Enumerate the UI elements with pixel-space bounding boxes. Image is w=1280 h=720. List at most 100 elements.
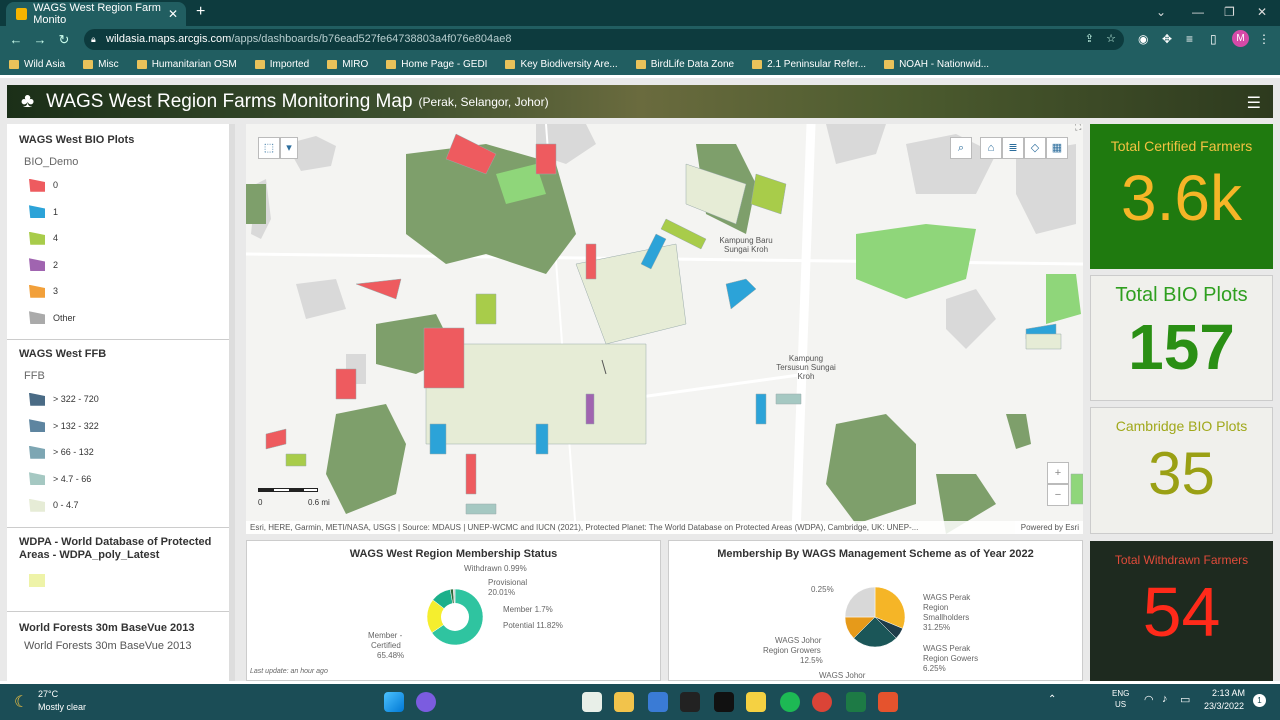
- select-tool-button[interactable]: ⬚: [258, 137, 280, 159]
- scale-bar: [258, 488, 318, 492]
- reload-icon[interactable]: ↻: [52, 32, 76, 48]
- widgets-icon[interactable]: [416, 692, 436, 712]
- minimize-button[interactable]: —: [1192, 5, 1204, 19]
- side-panel-icon[interactable]: ▯: [1210, 32, 1217, 46]
- legend-swatch: [29, 284, 45, 298]
- weather-desc[interactable]: Mostly clear: [38, 702, 86, 712]
- bookmark-label: Key Biodiversity Are...: [520, 58, 618, 70]
- pie-slice[interactable]: [844, 586, 876, 618]
- more-menu-icon[interactable]: ⋮: [1258, 32, 1270, 46]
- zoom-out-button[interactable]: −: [1047, 484, 1069, 506]
- volume-icon[interactable]: ♪: [1162, 693, 1168, 705]
- bookmark-item[interactable]: MIRO: [318, 59, 377, 70]
- powered-by-esri[interactable]: Powered by Esri: [1014, 521, 1079, 534]
- label-potential: Potential 11.82%: [503, 621, 563, 630]
- weather-temp[interactable]: 27°C: [38, 689, 58, 699]
- recorder-icon[interactable]: [878, 692, 898, 712]
- green-areas: [496, 164, 1081, 324]
- bookmark-item[interactable]: NOAH - Nationwid...: [875, 59, 998, 70]
- search-icon[interactable]: ⌕: [950, 137, 972, 159]
- maximize-button[interactable]: ❐: [1224, 5, 1235, 19]
- bookmark-item[interactable]: 2.1 Peninsular Refer...: [743, 59, 875, 70]
- wifi-icon[interactable]: ◠: [1144, 693, 1154, 706]
- layers-icon[interactable]: ◇: [1024, 137, 1046, 159]
- select-dropdown-icon[interactable]: ▾: [280, 137, 298, 159]
- url-host: wildasia.maps.arcgis.com: [106, 33, 232, 45]
- forest-patch: [1006, 414, 1031, 449]
- legend-item: > 66 - 132: [7, 439, 229, 466]
- map-view[interactable]: Kampung Baru Sungai Kroh Kampung Tersusu…: [246, 124, 1083, 534]
- tab-search-icon[interactable]: ⌄: [1156, 5, 1166, 19]
- bio-plot: [585, 393, 595, 425]
- avatar[interactable]: M: [1232, 30, 1249, 47]
- bookmark-item[interactable]: Imported: [246, 59, 318, 70]
- tray-chevron-icon[interactable]: ⌃: [1048, 694, 1056, 705]
- dashboard: ♣ WAGS West Region Farms Monitoring Map …: [0, 78, 1280, 681]
- label-johor: WAGS Johor: [819, 671, 866, 680]
- close-tab-icon[interactable]: ✕: [168, 7, 178, 21]
- zoom-in-button[interactable]: +: [1047, 462, 1069, 484]
- divider: [7, 526, 229, 528]
- tree-logo-icon: ♣: [21, 90, 35, 112]
- legend-label: > 322 - 720: [53, 394, 99, 405]
- forest-patch: [246, 184, 266, 224]
- battery-icon[interactable]: ▭: [1180, 693, 1190, 706]
- language-1[interactable]: ENG: [1112, 689, 1129, 698]
- bookmark-folder-icon: [327, 59, 338, 69]
- legend-label: > 4.7 - 66: [53, 473, 92, 484]
- bookmark-label: Imported: [269, 58, 310, 70]
- legend-item: 1: [7, 199, 229, 226]
- address-bar[interactable]: 🔒︎ wildasia.maps.arcgis.com/apps/dashboa…: [84, 29, 1124, 50]
- bookmark-item[interactable]: BirdLife Data Zone: [627, 59, 743, 70]
- app-icon[interactable]: [582, 692, 602, 712]
- sticky-notes-icon[interactable]: [746, 692, 766, 712]
- fullscreen-icon[interactable]: ⛶: [1075, 124, 1081, 133]
- bio-plot: [475, 293, 497, 325]
- url-path: /apps/dashboards/b76ead527fe64738803a4f0…: [231, 33, 512, 45]
- app-icon[interactable]: [680, 692, 700, 712]
- clock-date[interactable]: 23/3/2022: [1204, 701, 1244, 711]
- spotify-icon[interactable]: [780, 692, 800, 712]
- legend-bio-list: 0 1 4 2 3 Other: [7, 172, 229, 331]
- puzzle-icon[interactable]: ✥: [1162, 32, 1172, 46]
- legend-swatch: [29, 258, 45, 272]
- basemap-land: [296, 279, 346, 319]
- language-2[interactable]: US: [1115, 700, 1126, 709]
- bio-plot: [750, 173, 787, 215]
- kpi-value: 35: [1148, 440, 1215, 507]
- bookmark-item[interactable]: Key Biodiversity Are...: [496, 59, 626, 70]
- label-certified: Member -: [368, 631, 403, 640]
- share-icon[interactable]: ⇪: [1085, 29, 1094, 50]
- file-explorer-icon[interactable]: [614, 692, 634, 712]
- start-button-icon[interactable]: [384, 692, 404, 712]
- home-icon[interactable]: ⌂: [980, 137, 1002, 159]
- reading-list-icon[interactable]: ≡: [1186, 32, 1193, 46]
- bookmark-item[interactable]: Misc: [74, 59, 128, 70]
- legend-swatch: [29, 419, 45, 433]
- notification-badge[interactable]: 1: [1253, 694, 1266, 707]
- bookmark-label: MIRO: [342, 58, 369, 70]
- new-tab-button[interactable]: +: [196, 3, 205, 21]
- calendar-icon[interactable]: [648, 692, 668, 712]
- forward-icon[interactable]: →: [28, 32, 52, 47]
- chrome-icon[interactable]: [812, 692, 832, 712]
- close-window-button[interactable]: ✕: [1257, 5, 1267, 19]
- bookmark-star-icon[interactable]: ☆: [1106, 29, 1116, 50]
- bookmark-item[interactable]: Humanitarian OSM: [128, 59, 246, 70]
- label-perak-sh-3: Smallholders: [923, 613, 970, 622]
- bookmark-item[interactable]: Wild Asia: [0, 59, 74, 70]
- weather-moon-icon[interactable]: ☾: [14, 692, 28, 712]
- epic-games-icon[interactable]: [714, 692, 734, 712]
- back-icon[interactable]: ←: [4, 32, 28, 47]
- scale-zero: 0: [258, 498, 263, 507]
- hamburger-menu-icon[interactable]: ☰: [1247, 93, 1261, 113]
- basemap-gallery-icon[interactable]: ▦: [1046, 137, 1068, 159]
- extension-icon[interactable]: ◉: [1138, 32, 1148, 46]
- legend-list-icon[interactable]: ≣: [1002, 137, 1024, 159]
- excel-icon[interactable]: [846, 692, 866, 712]
- windows-taskbar: ☾ 27°C Mostly clear ⌃ ENG US ◠ ♪ ▭ 2:13 …: [0, 684, 1280, 720]
- clock-time[interactable]: 2:13 AM: [1212, 688, 1245, 698]
- bookmark-item[interactable]: Home Page - GEDI: [377, 59, 496, 70]
- browser-tab[interactable]: WAGS West Region Farm Monito ✕: [6, 2, 186, 26]
- bookmark-folder-icon: [752, 59, 763, 69]
